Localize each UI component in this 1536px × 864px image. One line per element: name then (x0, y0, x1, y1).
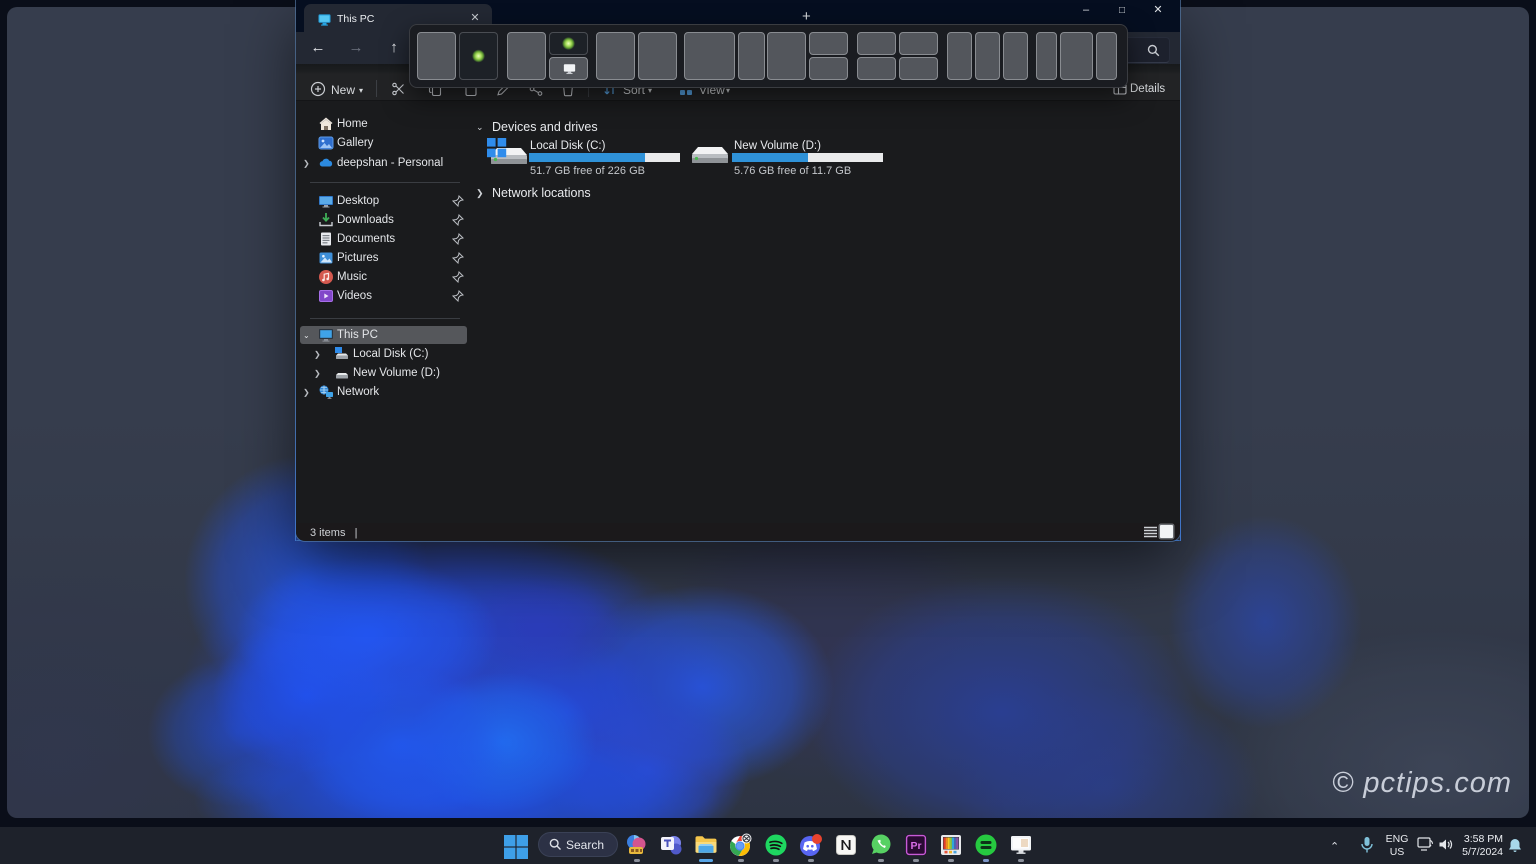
svg-text:Pr: Pr (910, 840, 921, 852)
